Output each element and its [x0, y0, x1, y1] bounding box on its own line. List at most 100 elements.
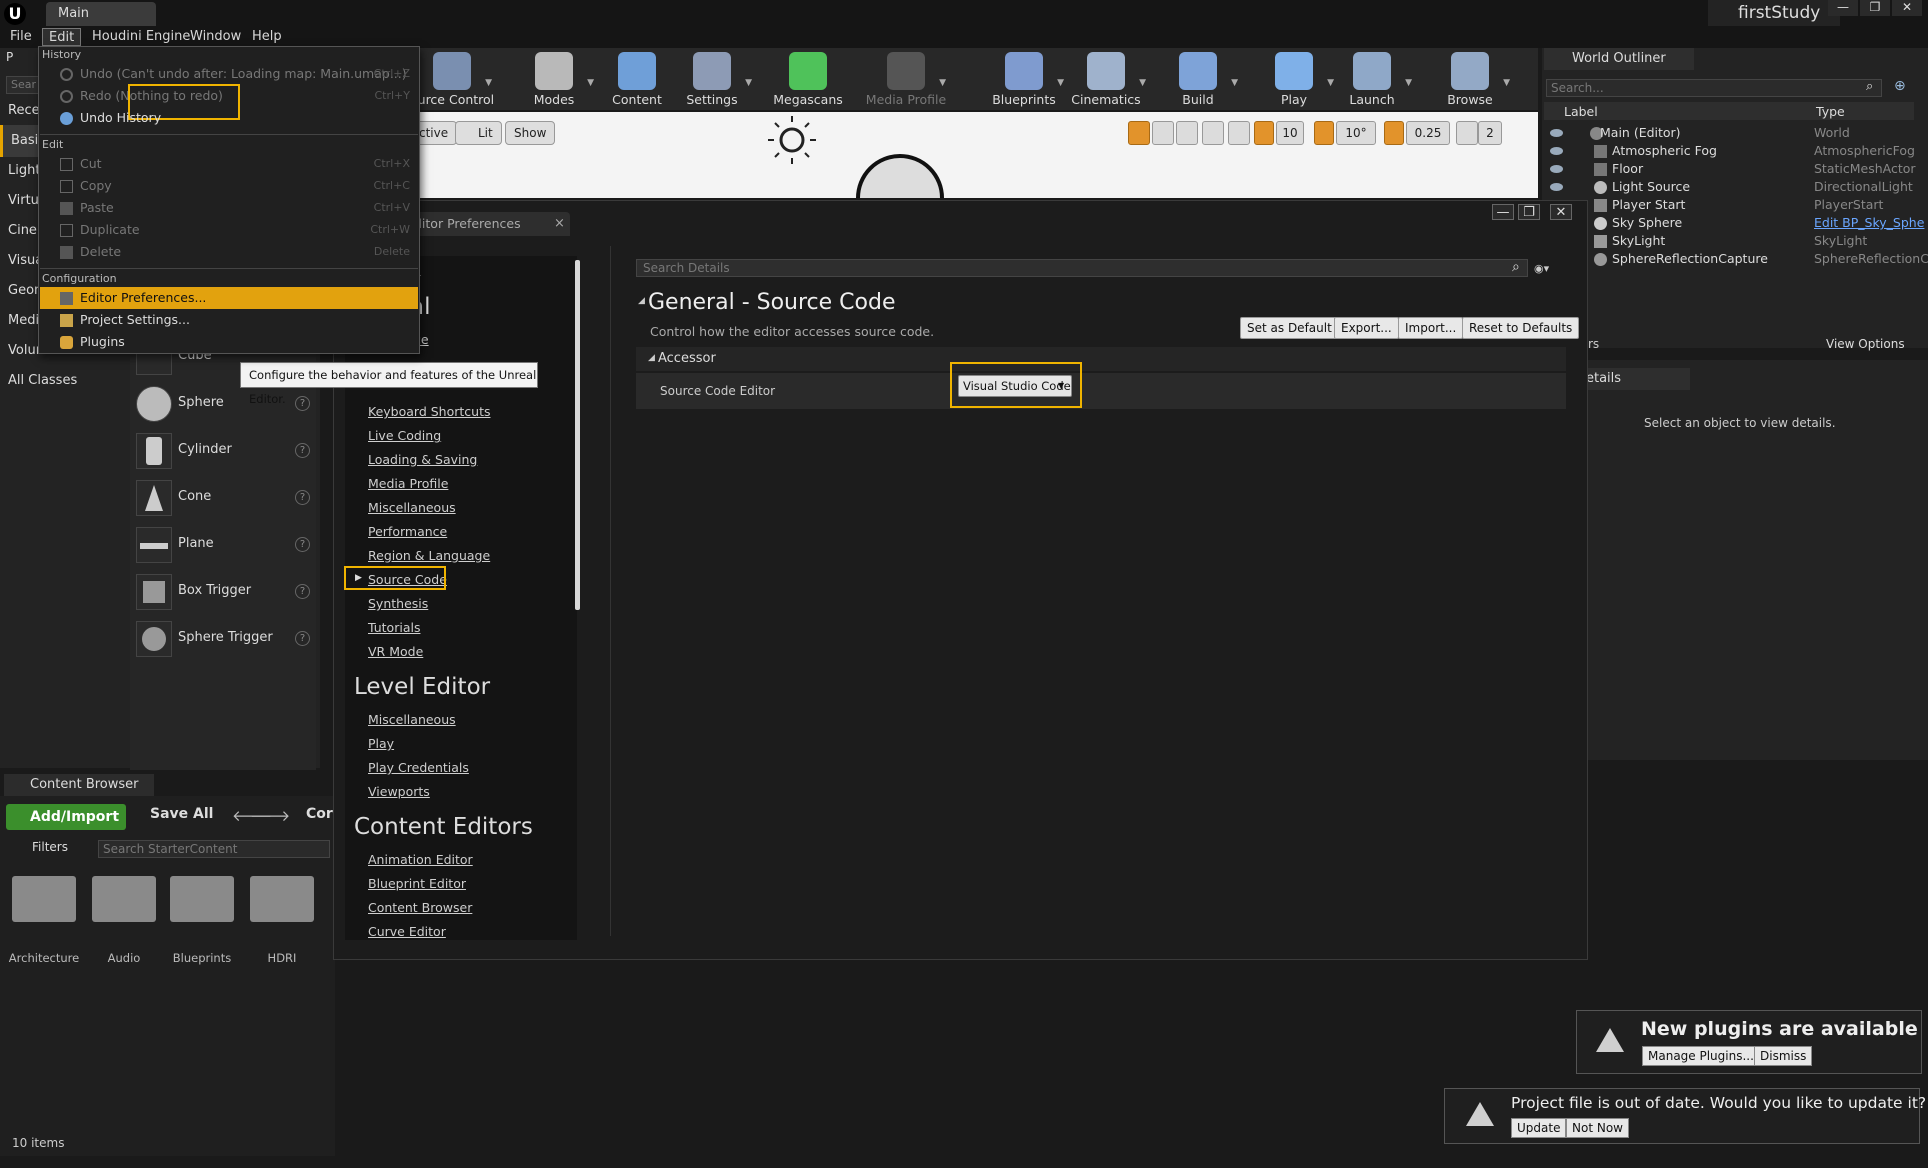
- outliner-row-sky-sphere[interactable]: Sky Sphere Edit BP_Sky_Sphe: [1544, 215, 1924, 233]
- folder-icon[interactable]: [170, 876, 234, 922]
- outliner-row-skylight[interactable]: SkyLight SkyLight: [1544, 233, 1914, 251]
- edit-blueprint-link[interactable]: Edit BP_Sky_Sphe: [1814, 215, 1924, 230]
- rotation-snap-value[interactable]: 10°: [1336, 121, 1376, 145]
- collapse-arrow-icon[interactable]: ◢: [648, 353, 655, 363]
- manage-plugins-button[interactable]: Manage Plugins...: [1642, 1046, 1760, 1066]
- nav-link-play[interactable]: Play: [368, 736, 394, 751]
- help-icon[interactable]: ?: [295, 490, 310, 505]
- camera-speed-icon[interactable]: [1456, 121, 1478, 145]
- translate-icon[interactable]: [1128, 121, 1150, 145]
- outliner-row-floor[interactable]: Floor StaticMeshActor: [1544, 161, 1916, 179]
- menu-houdini-engine[interactable]: Houdini Engine: [86, 28, 196, 46]
- visibility-eye-icon[interactable]: [1550, 183, 1563, 191]
- place-item-box-trigger[interactable]: Box Trigger ?: [134, 570, 310, 614]
- content-search-input[interactable]: Search StarterContent: [98, 840, 330, 858]
- rotation-snap-icon[interactable]: [1314, 121, 1334, 145]
- save-all-button[interactable]: Save All: [134, 806, 213, 822]
- nav-link-content-browser[interactable]: Content Browser: [368, 900, 472, 915]
- nav-link-tutorials[interactable]: Tutorials: [368, 620, 420, 635]
- category-all-classes[interactable]: All Classes: [0, 365, 130, 397]
- visibility-eye-icon[interactable]: [1550, 147, 1563, 155]
- source-control-button[interactable]: ource Control ▼: [410, 48, 494, 110]
- nav-link-play-credentials[interactable]: Play Credentials: [368, 760, 469, 775]
- nav-link-blueprint-editor[interactable]: Blueprint Editor: [368, 876, 466, 891]
- browse-button[interactable]: Browse ▼: [1428, 48, 1512, 110]
- grid-snap-icon[interactable]: [1254, 121, 1274, 145]
- menu-window[interactable]: Window: [184, 28, 247, 46]
- level-tab[interactable]: Main: [46, 2, 156, 26]
- menu-item-cut[interactable]: Cut Ctrl+X: [40, 153, 418, 175]
- help-icon[interactable]: ?: [295, 631, 310, 646]
- menu-file[interactable]: File: [4, 28, 38, 46]
- cinematics-button[interactable]: Cinematics ▼: [1064, 48, 1148, 110]
- pref-maximize-button[interactable]: ❐: [1518, 204, 1540, 220]
- nav-link-performance[interactable]: Performance: [368, 524, 447, 539]
- update-button[interactable]: Update: [1511, 1118, 1567, 1138]
- blueprints-button[interactable]: Blueprints ▼: [982, 48, 1066, 110]
- view-options-eye-icon[interactable]: ◉▾: [1534, 262, 1549, 275]
- rotate-icon[interactable]: [1152, 121, 1174, 145]
- place-item-sphere-trigger[interactable]: Sphere Trigger ?: [134, 617, 310, 661]
- camera-speed-value[interactable]: 2: [1478, 121, 1502, 145]
- nav-link-animation-editor[interactable]: Animation Editor: [368, 852, 473, 867]
- menu-item-copy[interactable]: Copy Ctrl+C: [40, 175, 418, 197]
- play-button[interactable]: Play ▼: [1252, 48, 1336, 110]
- label-column-header[interactable]: Label: [1564, 104, 1598, 119]
- outliner-search-input[interactable]: Search...: [1546, 79, 1882, 97]
- menu-item-plugins[interactable]: Plugins: [40, 331, 418, 353]
- pref-close-button[interactable]: ✕: [1550, 204, 1572, 220]
- nav-link-miscellaneous[interactable]: Miscellaneous: [368, 500, 456, 515]
- place-item-cylinder[interactable]: Cylinder ?: [134, 429, 310, 473]
- nav-link-live-coding[interactable]: Live Coding: [368, 428, 441, 443]
- launch-button[interactable]: Launch ▼: [1330, 48, 1414, 110]
- scale-snap-value[interactable]: 0.25: [1406, 121, 1450, 145]
- dismiss-button[interactable]: Dismiss: [1754, 1046, 1813, 1066]
- viewport-lit-button[interactable]: Lit: [455, 121, 502, 145]
- nav-link-loading-saving[interactable]: Loading & Saving: [368, 452, 477, 467]
- close-tab-icon[interactable]: ×: [554, 216, 565, 231]
- place-tab-stub[interactable]: P: [6, 50, 13, 64]
- filters-button[interactable]: Filters: [32, 840, 68, 854]
- editor-preferences-tab[interactable]: ditor Preferences: [410, 212, 570, 236]
- menu-item-editor-preferences[interactable]: Editor Preferences...: [40, 287, 418, 309]
- content-browser-tab[interactable]: Content Browser: [4, 774, 154, 796]
- add-filter-icon[interactable]: ⊕: [1894, 78, 1906, 94]
- menu-item-duplicate[interactable]: Duplicate Ctrl+W: [40, 219, 418, 241]
- pref-minimize-button[interactable]: —: [1492, 204, 1514, 220]
- menu-item-undo[interactable]: Undo (Can't undo after: Loading map: Mai…: [40, 63, 418, 85]
- not-now-button[interactable]: Not Now: [1566, 1118, 1629, 1138]
- help-icon[interactable]: ?: [295, 584, 310, 599]
- search-details-input[interactable]: Search Details: [636, 259, 1528, 277]
- content-path-breadcrumb[interactable]: Cor: [282, 806, 333, 822]
- nav-link-media-profile[interactable]: Media Profile: [368, 476, 448, 491]
- nav-link-keyboard-shortcuts[interactable]: Keyboard Shortcuts: [368, 404, 491, 419]
- close-button[interactable]: ✕: [1892, 0, 1922, 16]
- folder-icon[interactable]: [250, 876, 314, 922]
- viewport-show-button[interactable]: Show: [505, 121, 556, 145]
- collapse-arrow-icon[interactable]: ◢: [638, 296, 645, 306]
- nav-link-vr-mode[interactable]: VR Mode: [368, 644, 423, 659]
- nav-link-synthesis[interactable]: Synthesis: [368, 596, 428, 611]
- megascans-button[interactable]: Megascans: [766, 48, 850, 110]
- scale-icon[interactable]: [1176, 121, 1198, 145]
- help-icon[interactable]: ?: [295, 443, 310, 458]
- help-icon[interactable]: ?: [295, 396, 310, 411]
- folder-icon[interactable]: [92, 876, 156, 922]
- accessor-section-header[interactable]: Accessor: [636, 347, 1566, 371]
- nav-scrollbar[interactable]: [575, 260, 580, 610]
- folder-icon[interactable]: [12, 876, 76, 922]
- outliner-row-atmospheric-fog[interactable]: Atmospheric Fog AtmosphericFog: [1544, 143, 1915, 161]
- outliner-row-player-start[interactable]: Player Start PlayerStart: [1544, 197, 1914, 215]
- visibility-eye-icon[interactable]: [1550, 129, 1563, 137]
- reset-to-defaults-button[interactable]: Reset to Defaults: [1462, 317, 1580, 339]
- type-column-header[interactable]: Type: [1816, 104, 1845, 119]
- menu-item-delete[interactable]: Delete Delete: [40, 241, 418, 263]
- media-profile-button[interactable]: Media Profile ▼: [864, 48, 948, 110]
- settings-button[interactable]: Settings ▼: [670, 48, 754, 110]
- menu-item-paste[interactable]: Paste Ctrl+V: [40, 197, 418, 219]
- scale-snap-icon[interactable]: [1384, 121, 1404, 145]
- build-button[interactable]: Build ▼: [1156, 48, 1240, 110]
- modes-button[interactable]: Modes ▼: [512, 48, 596, 110]
- content-button[interactable]: Content: [595, 48, 679, 110]
- export-button[interactable]: Export...: [1334, 317, 1399, 339]
